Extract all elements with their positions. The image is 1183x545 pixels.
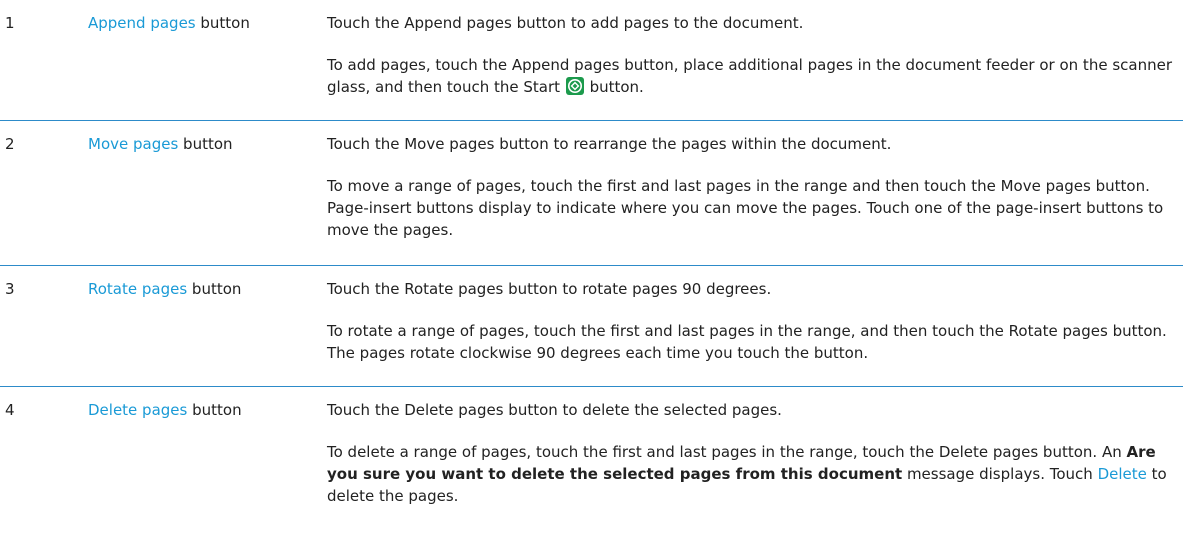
row-number: 4	[5, 401, 15, 419]
table-row-rotate-pages: 3 Rotate pages button Touch the Rotate p…	[0, 266, 1183, 387]
item-name: Move pages button	[88, 121, 327, 265]
detail-text-after-bold: message displays. Touch	[902, 465, 1098, 483]
item-name: Append pages button	[88, 0, 327, 120]
item-name: Delete pages button	[88, 387, 327, 545]
description-summary: Touch the Delete pages button to delete …	[327, 401, 782, 419]
append-pages-link[interactable]: Append pages	[88, 14, 196, 32]
description-detail: To move a range of pages, touch the firs…	[327, 177, 1164, 239]
description: Touch the Append pages button to add pag…	[327, 0, 1183, 120]
description: Touch the Rotate pages button to rotate …	[327, 266, 1183, 386]
description: Touch the Delete pages button to delete …	[327, 387, 1183, 545]
move-pages-link[interactable]: Move pages	[88, 135, 178, 153]
description-detail: To rotate a range of pages, touch the fi…	[327, 322, 1167, 362]
detail-text-before-bold: To delete a range of pages, touch the fi…	[327, 443, 1127, 461]
detail-text-before-icon: To add pages, touch the Append pages but…	[327, 56, 1172, 96]
table-row-move-pages: 2 Move pages button Touch the Move pages…	[0, 121, 1183, 266]
start-icon	[565, 77, 584, 95]
table-row-delete-pages: 4 Delete pages button Touch the Delete p…	[0, 387, 1183, 545]
description-summary: Touch the Rotate pages button to rotate …	[327, 280, 772, 298]
detail-text-after-icon: button.	[584, 78, 644, 96]
description-detail: To delete a range of pages, touch the fi…	[327, 441, 1173, 507]
item-name: Rotate pages button	[88, 266, 327, 386]
item-suffix: button	[187, 401, 242, 419]
description-summary: Touch the Append pages button to add pag…	[327, 14, 804, 32]
item-suffix: button	[187, 280, 242, 298]
delete-link[interactable]: Delete	[1098, 465, 1147, 483]
table-row-append-pages: 1 Append pages button Touch the Append p…	[0, 0, 1183, 121]
rotate-pages-link[interactable]: Rotate pages	[88, 280, 187, 298]
item-suffix: button	[178, 135, 233, 153]
row-number: 1	[5, 14, 15, 32]
description: Touch the Move pages button to rearrange…	[327, 121, 1183, 265]
row-number: 2	[5, 135, 15, 153]
delete-pages-link[interactable]: Delete pages	[88, 401, 187, 419]
description-summary: Touch the Move pages button to rearrange…	[327, 135, 892, 153]
row-number: 3	[5, 280, 15, 298]
feature-table: 1 Append pages button Touch the Append p…	[0, 0, 1183, 545]
item-suffix: button	[195, 14, 250, 32]
description-detail: To add pages, touch the Append pages but…	[327, 54, 1173, 98]
